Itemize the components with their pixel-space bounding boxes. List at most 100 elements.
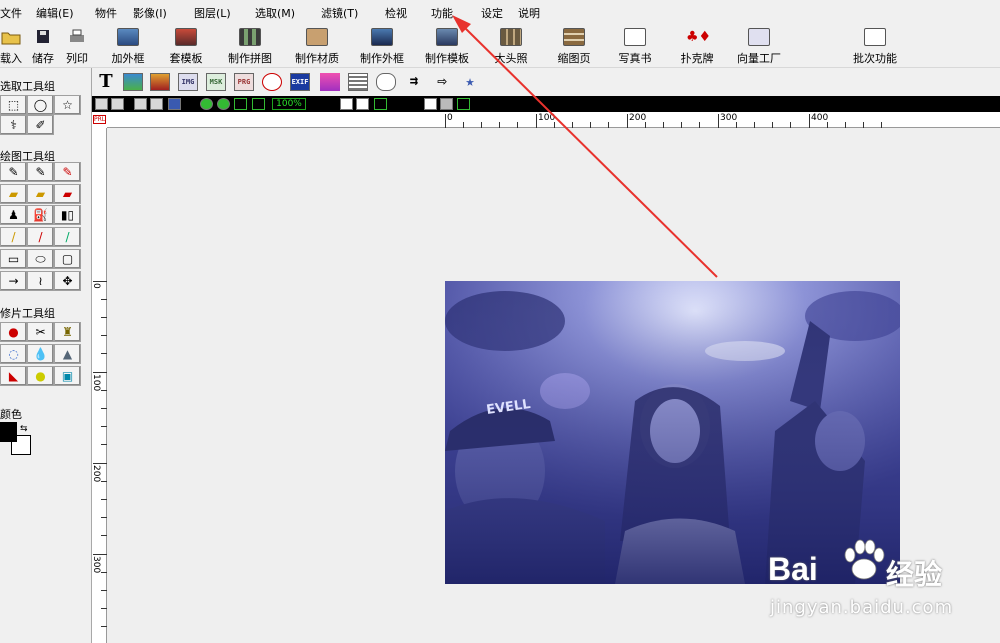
rect-select-tool[interactable]: ⬚ — [0, 95, 27, 115]
frame-icon — [117, 28, 139, 46]
eraser-tool[interactable]: ▰ — [0, 184, 27, 204]
batch-function-button[interactable]: 批次功能 — [849, 28, 901, 66]
dropdown-icon[interactable] — [457, 98, 470, 110]
crop-icon[interactable] — [374, 98, 387, 110]
actual-size-icon[interactable] — [252, 98, 265, 110]
brush-select-icon: ✐ — [35, 118, 46, 132]
make-texture-button[interactable]: 制作材质 — [291, 28, 343, 66]
red-eye-tool[interactable]: ● — [0, 322, 27, 342]
save-button[interactable]: 储存 — [30, 28, 56, 66]
arrows-icon[interactable]: ⇉ — [404, 73, 424, 91]
curve-tool[interactable]: ≀ — [27, 271, 54, 291]
ellipse-select-tool[interactable]: ◯ — [27, 95, 54, 115]
bottle-tool[interactable]: ♜ — [54, 322, 81, 342]
ellipse-tool[interactable]: ⬭ — [27, 249, 54, 269]
select-group-title: 选取工具组 — [0, 80, 55, 93]
move-tool[interactable]: ✥ — [54, 271, 81, 291]
spot-heal-tool[interactable]: ◌ — [0, 344, 27, 364]
speech-bubble-icon[interactable] — [376, 73, 396, 91]
arrow-right-icon[interactable]: ⇨ — [432, 73, 452, 91]
thumbnail-page-button[interactable]: 缩图页 — [554, 28, 594, 66]
make-collage-button[interactable]: 制作拼图 — [224, 28, 276, 66]
canvas-photo[interactable]: EVELL — [445, 281, 900, 584]
spray-tool[interactable]: ✎ — [27, 162, 54, 182]
exif-badge-icon[interactable]: EXIF — [290, 73, 310, 91]
brush-tool[interactable]: ✎ — [0, 162, 27, 182]
apply-template-button[interactable]: 套模板 — [166, 28, 206, 66]
photo-book-button[interactable]: 写真书 — [615, 28, 655, 66]
foreground-color-box[interactable] — [0, 422, 17, 442]
redo-icon[interactable] — [111, 98, 124, 110]
paste-icon[interactable] — [168, 98, 181, 110]
ellipse-select-icon: ◯ — [33, 98, 48, 112]
menu-image[interactable]: 影像(I) — [133, 5, 167, 21]
print-button[interactable]: 列印 — [64, 28, 90, 66]
menu-object[interactable]: 物件 — [95, 5, 117, 21]
rectangle-tool[interactable]: ▭ — [0, 249, 27, 269]
menu-function[interactable]: 功能 — [431, 5, 453, 21]
swap-colors-icon[interactable]: ⇆ — [20, 424, 28, 434]
background-color-swatch[interactable] — [424, 98, 437, 110]
poker-card-button[interactable]: ♣♦ 扑克牌 — [677, 28, 717, 66]
concert-photo: EVELL — [445, 281, 900, 584]
rounded-rect-tool[interactable]: ▢ — [54, 249, 81, 269]
cake-icon[interactable] — [320, 73, 340, 91]
sharpen-tool[interactable]: ▲ — [54, 344, 81, 364]
magic-wand-icon: ⚕ — [10, 118, 17, 132]
blur-tool[interactable]: 💧 — [27, 344, 54, 364]
img-badge-icon[interactable]: IMG — [178, 73, 198, 91]
text-tool-icon[interactable]: T — [96, 73, 116, 91]
make-template-button[interactable]: 制作模板 — [421, 28, 473, 66]
magic-wand-tool[interactable]: ⚕ — [0, 115, 27, 135]
menu-help[interactable]: 说明 — [518, 5, 540, 21]
pattern-brush-tool[interactable]: ✎ — [54, 162, 81, 182]
brush-select-tool[interactable]: ✐ — [27, 115, 54, 135]
red-brush-tool[interactable]: ◣ — [0, 366, 27, 386]
zoom-in-icon[interactable] — [200, 98, 213, 110]
undo-icon[interactable] — [95, 98, 108, 110]
clock-icon[interactable] — [262, 73, 282, 91]
color-eraser-tool[interactable]: ▰ — [54, 184, 81, 204]
clone-stamp-tool[interactable]: ♟ — [0, 205, 27, 225]
star-arrow-icon[interactable]: ★ — [460, 73, 480, 91]
gradient-icon: ▮▯ — [60, 208, 75, 222]
pointer-icon[interactable] — [340, 98, 353, 110]
people-tool[interactable]: ✂ — [27, 322, 54, 342]
menu-view[interactable]: 检视 — [385, 5, 407, 21]
load-button[interactable]: 载入 — [0, 28, 22, 66]
red-brush-icon: ◣ — [8, 369, 19, 383]
menu-settings[interactable]: 设定 — [481, 5, 503, 21]
photo-insert-icon[interactable] — [150, 73, 170, 91]
eyedropper-tool[interactable]: / — [54, 227, 81, 247]
menu-select[interactable]: 选取(M) — [255, 5, 295, 21]
lighten-tool[interactable]: ● — [27, 366, 54, 386]
menu-layer[interactable]: 图层(L) — [194, 5, 231, 21]
menu-filter[interactable]: 滤镜(T) — [321, 5, 358, 21]
watermark-brand: Bai — [768, 551, 818, 587]
line-tool[interactable]: → — [0, 271, 27, 291]
add-frame-button[interactable]: 加外框 — [108, 28, 148, 66]
foreground-color-swatch[interactable] — [440, 98, 453, 110]
zoom-out-icon[interactable] — [217, 98, 230, 110]
calendar-icon[interactable] — [348, 73, 368, 91]
fill-tool[interactable]: ⛽ — [27, 205, 54, 225]
red-pen-tool[interactable]: / — [27, 227, 54, 247]
hand-icon[interactable] — [356, 98, 369, 110]
ruler-unit-icon[interactable]: PRL — [93, 115, 107, 124]
smudge-tool[interactable]: ▰ — [27, 184, 54, 204]
msk-badge-icon[interactable]: MSK — [206, 73, 226, 91]
pencil-tool[interactable]: / — [0, 227, 27, 247]
lasso-select-tool[interactable]: ☆ — [54, 95, 81, 115]
menu-file[interactable]: 文件 — [0, 5, 22, 21]
make-frame-button[interactable]: 制作外框 — [356, 28, 408, 66]
copy-icon[interactable] — [134, 98, 147, 110]
headshot-button[interactable]: 大头照 — [491, 28, 531, 66]
gradient-tool[interactable]: ▮▯ — [54, 205, 81, 225]
fit-window-icon[interactable] — [234, 98, 247, 110]
menu-edit[interactable]: 编辑(E) — [36, 5, 74, 21]
cut-icon[interactable] — [150, 98, 163, 110]
monitor-tool[interactable]: ▣ — [54, 366, 81, 386]
image-insert-icon[interactable] — [123, 73, 143, 91]
vector-factory-button[interactable]: 向量工厂 — [733, 28, 785, 66]
prg-badge-icon[interactable]: PRG — [234, 73, 254, 91]
